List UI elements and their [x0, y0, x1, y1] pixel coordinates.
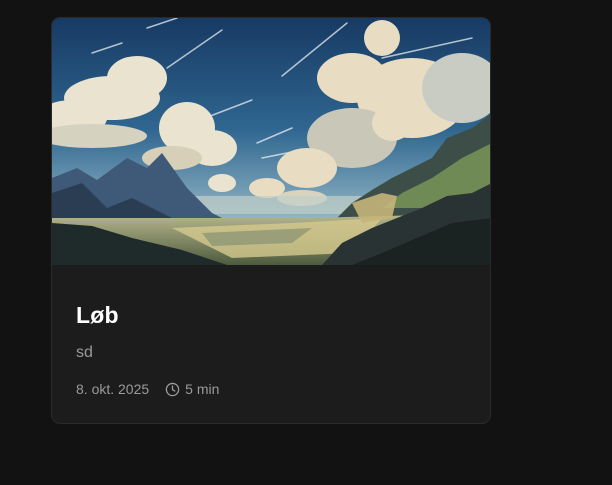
post-meta: 8. okt. 2025 5 min: [76, 380, 466, 398]
cover-image: [52, 18, 490, 265]
post-date: 8. okt. 2025: [76, 381, 150, 397]
post-card[interactable]: Løb sd 8. okt. 2025 5 min: [51, 17, 491, 424]
clock-icon: [165, 382, 180, 396]
card-body: Løb sd 8. okt. 2025 5 min: [76, 301, 466, 398]
read-time: 5 min: [165, 380, 219, 398]
post-subtitle: sd: [76, 344, 93, 361]
post-title[interactable]: Løb: [76, 301, 466, 329]
read-time-label: 5 min: [185, 381, 220, 397]
